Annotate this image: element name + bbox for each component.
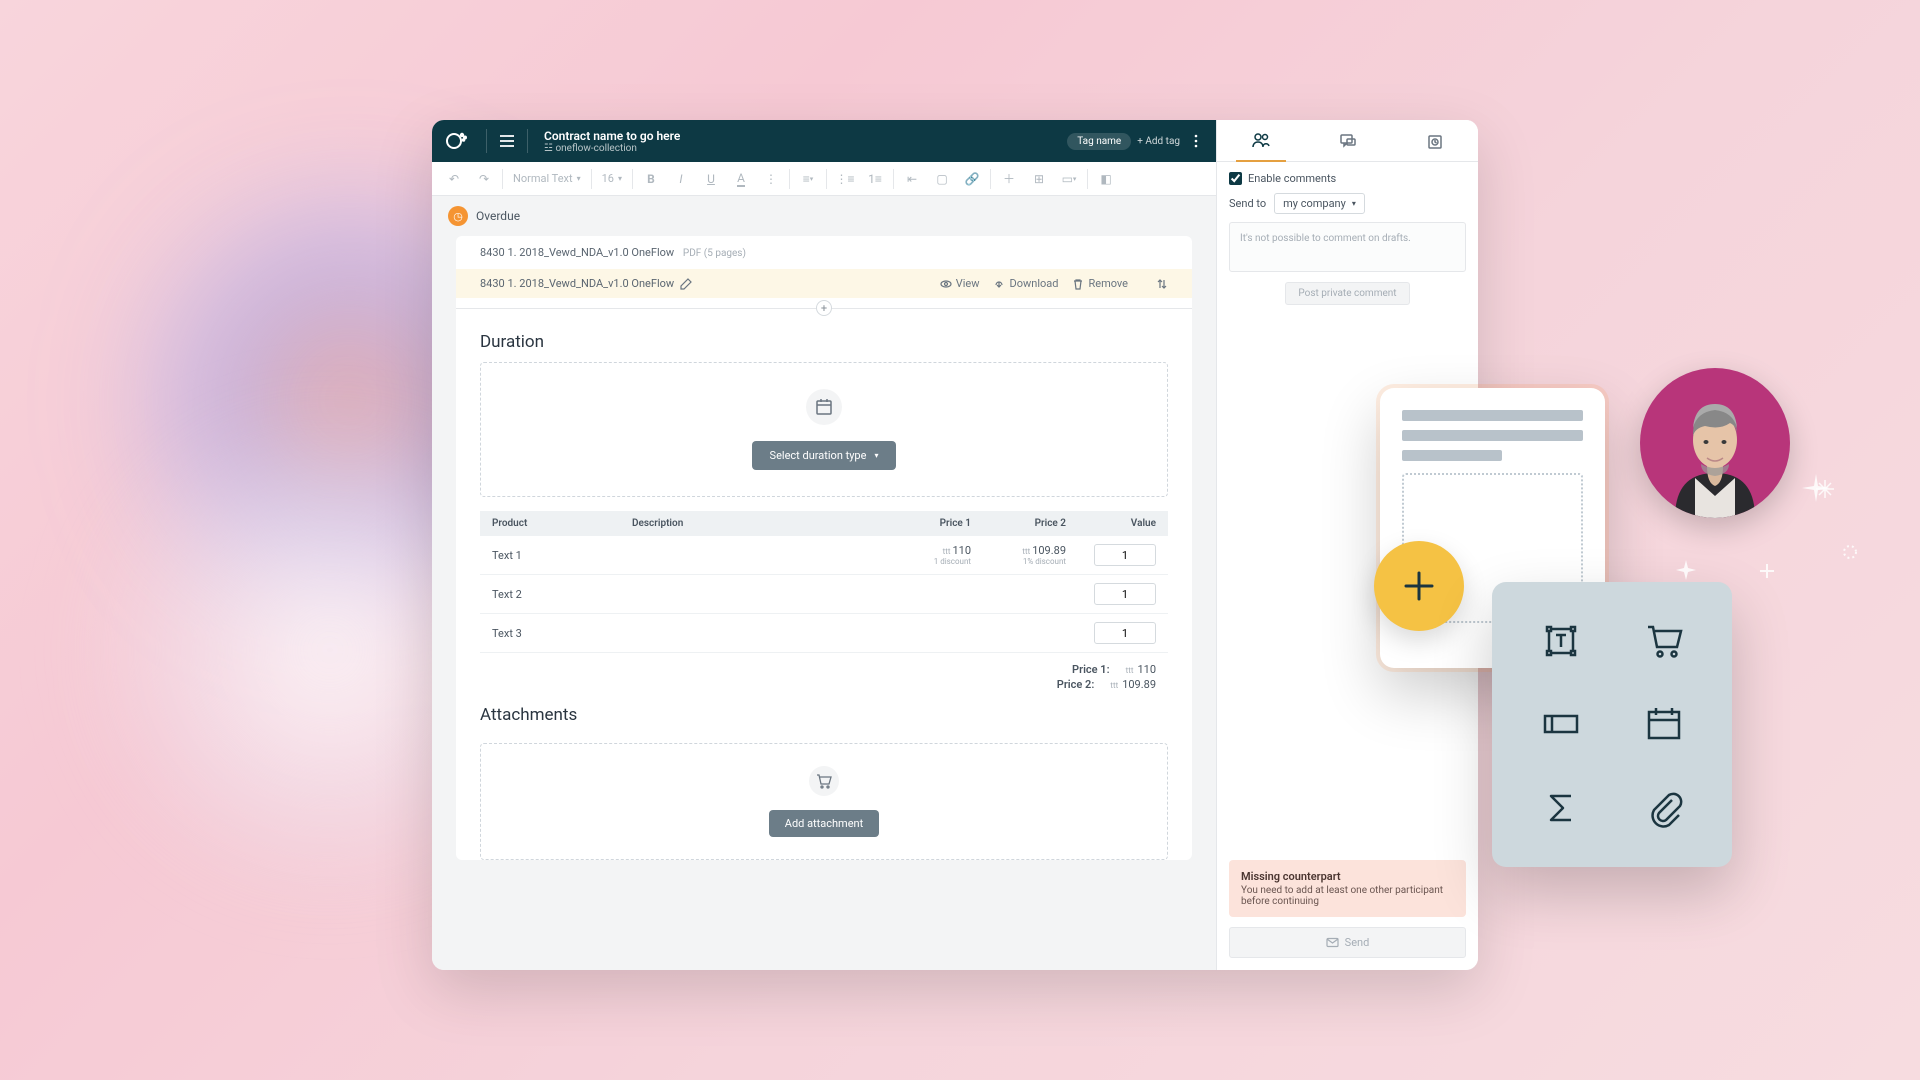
document-header: 8430 1. 2018_Vewd_NDA_v1.0 OneFlow PDF (… [456,236,1192,269]
col-price1: Price 1 [876,518,971,529]
textbox-icon [1518,608,1603,674]
sigma-icon [1518,775,1603,841]
send-to-label: Send to [1229,197,1266,210]
numbered-list-button[interactable]: 1≡ [861,166,889,192]
value-input[interactable] [1094,544,1156,566]
edit-icon[interactable] [680,278,692,290]
tag-chip[interactable]: Tag name [1067,133,1131,150]
app-header: Contract name to go here ☳ oneflow-colle… [432,120,1216,162]
table-header: Product Description Price 1 Price 2 Valu… [480,511,1168,536]
editor-toolbar: ↶ ↷ Normal Text▾ 16▾ B I U A ⋮ ≡ ▾ ⋮≡ 1≡… [432,162,1216,196]
select-duration-button[interactable]: Select duration type▾ [752,441,897,470]
value-input[interactable] [1094,583,1156,605]
remove-button[interactable]: Remove [1072,277,1128,290]
warning-text: You need to add at least one other parti… [1241,885,1454,907]
reorder-icon[interactable] [1156,278,1168,290]
col-price2: Price 2 [971,518,1066,529]
user-avatar [1640,368,1790,518]
status-bar: ◷ Overdue [432,196,1216,236]
contract-title: Contract name to go here [544,129,1067,143]
document-file-row: 8430 1. 2018_Vewd_NDA_v1.0 OneFlow View … [456,269,1192,298]
send-to-select[interactable]: my company▾ [1274,193,1365,214]
col-product: Product [492,518,632,529]
layout-button[interactable]: ▭ ▾ [1055,166,1083,192]
tab-comments[interactable] [1323,120,1373,162]
redo-button[interactable]: ↷ [470,166,498,192]
col-description: Description [632,518,876,529]
document-card: 8430 1. 2018_Vewd_NDA_v1.0 OneFlow PDF (… [456,236,1192,860]
align-button[interactable]: ≡ ▾ [794,166,822,192]
app-logo [444,129,468,153]
calendar-big-icon [1621,692,1706,758]
overdue-icon: ◷ [448,206,468,226]
text-style-select[interactable]: Normal Text▾ [507,172,587,185]
content-area: 8430 1. 2018_Vewd_NDA_v1.0 OneFlow PDF (… [432,236,1216,970]
contract-collection: ☳ oneflow-collection [544,143,1067,154]
document-meta: PDF (5 pages) [683,248,746,259]
deco-sparkle [1676,560,1696,580]
add-tag-button[interactable]: + Add tag [1137,136,1180,147]
file-name: 8430 1. 2018_Vewd_NDA_v1.0 OneFlow [480,277,674,290]
add-section-divider: + [456,298,1192,318]
enable-comments-row[interactable]: Enable comments [1229,172,1466,185]
sidebar-tabs [1217,120,1478,162]
cart-icon [809,766,839,796]
app-main: Contract name to go here ☳ oneflow-colle… [432,120,1216,970]
status-text: Overdue [476,209,520,223]
text-more-button[interactable]: ⋮ [757,166,785,192]
more-icon[interactable] [1188,133,1204,149]
underline-button[interactable]: U [697,166,725,192]
floating-add-icon [1374,541,1464,631]
calendar-icon [806,389,842,425]
col-value: Value [1066,518,1156,529]
cart-big-icon [1621,608,1706,674]
tab-audit[interactable] [1410,120,1460,162]
font-size-select[interactable]: 16▾ [596,172,628,185]
send-button[interactable]: Send [1229,927,1466,958]
download-button[interactable]: Download [993,277,1058,290]
deco-sparkle [1838,540,1862,564]
product-table: Product Description Price 1 Price 2 Valu… [480,511,1168,653]
outdent-button[interactable]: ⇤ [898,166,926,192]
deco-sparkle [1816,480,1834,498]
duration-section-title: Duration [456,318,1192,362]
comment-textarea[interactable]: It's not possible to comment on drafts. [1229,222,1466,272]
mail-icon [1326,936,1339,949]
bold-button[interactable]: B [637,166,665,192]
paperclip-icon [1621,775,1706,841]
floating-icons-panel [1492,582,1732,867]
color-button[interactable]: A [727,166,755,192]
table-row: Text 3 [480,614,1168,653]
table-row: Text 1 ttt1101 discount ttt109.891% disc… [480,536,1168,575]
view-button[interactable]: View [940,277,980,290]
deco-sparkle [1760,564,1774,578]
menu-icon[interactable] [497,131,517,151]
bullet-list-button[interactable]: ⋮≡ [831,166,859,192]
send-to-row: Send to my company▾ [1229,193,1466,214]
value-input[interactable] [1094,622,1156,644]
app-window: Contract name to go here ☳ oneflow-colle… [432,120,1478,970]
attachments-box: Add attachment [480,743,1168,860]
warning-title: Missing counterpart [1241,870,1454,883]
price-totals: Price 1:ttt110 Price 2:ttt109.89 [492,663,1156,691]
post-comment-button[interactable]: Post private comment [1285,282,1409,305]
warning-box: Missing counterpart You need to add at l… [1229,860,1466,917]
image-button[interactable]: ▢ [928,166,956,192]
link-button[interactable]: 🔗 [958,166,986,192]
tab-participants[interactable] [1236,120,1286,162]
add-section-button[interactable]: + [816,300,832,316]
document-title: 8430 1. 2018_Vewd_NDA_v1.0 OneFlow [480,246,674,259]
add-attachment-button[interactable]: Add attachment [769,810,879,837]
italic-button[interactable]: I [667,166,695,192]
undo-button[interactable]: ↶ [440,166,468,192]
sidebar-bottom: Missing counterpart You need to add at l… [1217,848,1478,970]
table-row: Text 2 [480,575,1168,614]
enable-comments-checkbox[interactable] [1229,172,1242,185]
add-button[interactable]: ＋ [995,166,1023,192]
duration-box: Select duration type▾ [480,362,1168,497]
attachments-section-title: Attachments [456,691,1192,735]
settings-button[interactable]: ◧ [1092,166,1120,192]
table-button[interactable]: ⊞ [1025,166,1053,192]
field-icon [1518,692,1603,758]
